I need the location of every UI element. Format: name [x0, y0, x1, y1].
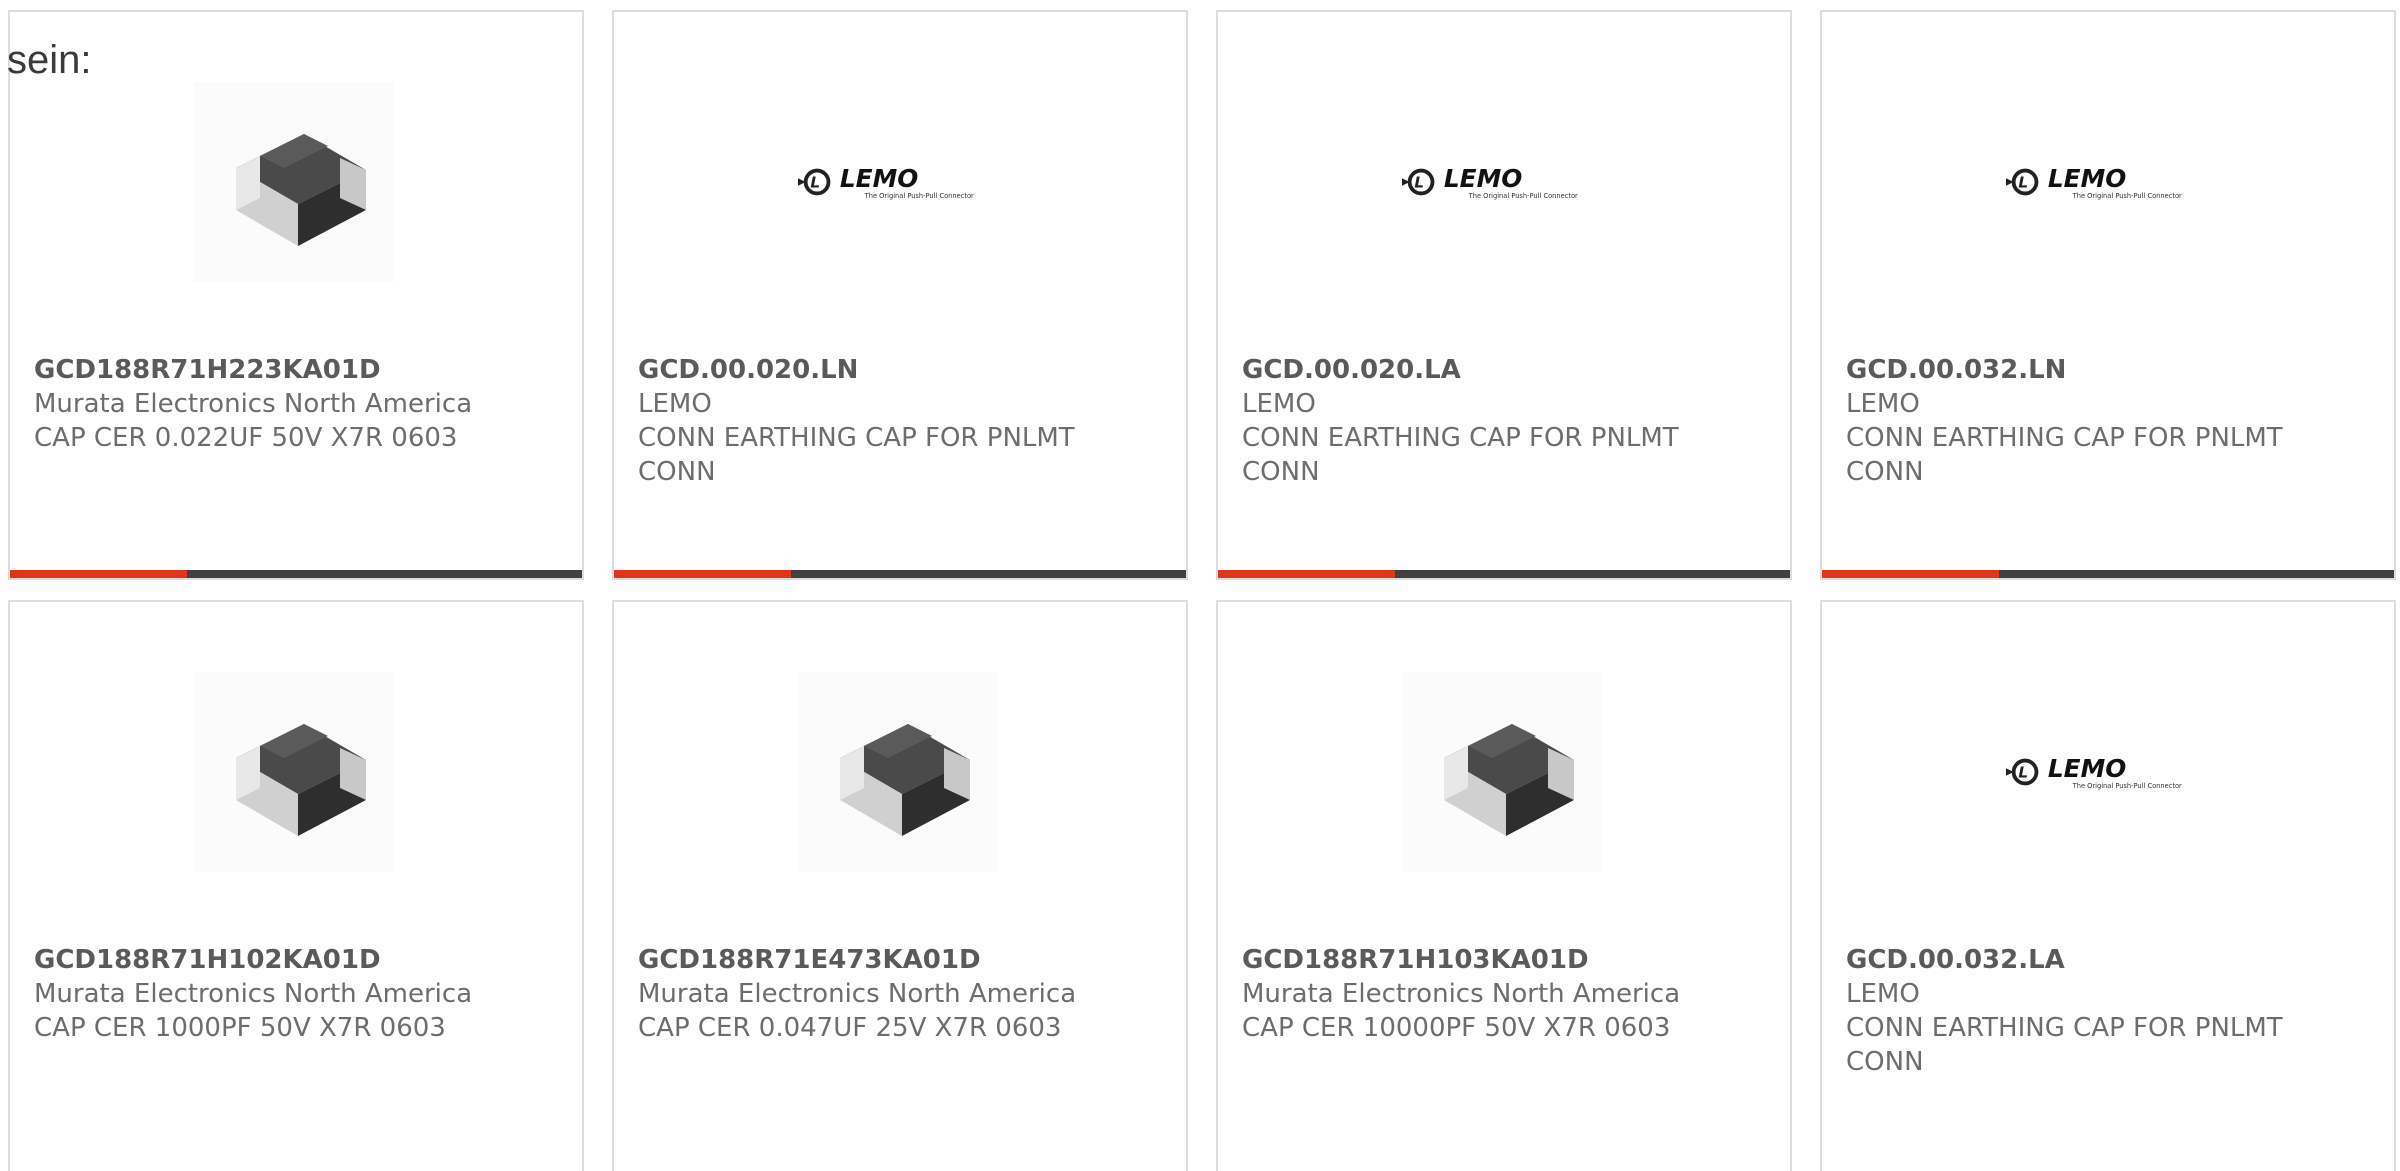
description: CAP CER 0.047UF 25V X7R 0603 — [638, 1013, 1062, 1043]
progress-bar — [614, 570, 1186, 578]
chip-capacitor-icon — [798, 672, 998, 872]
lemo-wordmark: LEMO — [840, 164, 918, 193]
svg-text:L: L — [2018, 764, 2028, 782]
lemo-logo: L LEMO The Original Push-Pull Connector — [2006, 747, 2206, 797]
lemo-logo-icon: L LEMO The Original Push-Pull Connector — [798, 164, 974, 200]
lemo-wordmark: LEMO — [1444, 164, 1522, 193]
part-number[interactable]: GCD.00.032.LN — [1846, 353, 2370, 387]
intro-text: sein: — [7, 38, 92, 82]
product-info: GCD.00.032.LA LEMO CONN EARTHING CAP FOR… — [1846, 943, 2370, 1079]
manufacturer: LEMO — [1846, 979, 1920, 1009]
product-card[interactable]: GCD188R71H102KA01D Murata Electronics No… — [8, 600, 584, 1171]
lemo-tagline: The Original Push-Pull Connector — [2072, 192, 2182, 200]
part-number[interactable]: GCD188R71E473KA01D — [638, 943, 1162, 977]
description: CAP CER 1000PF 50V X7R 0603 — [34, 1013, 446, 1043]
product-image[interactable] — [194, 672, 394, 872]
part-number[interactable]: GCD188R71H223KA01D — [34, 353, 558, 387]
manufacturer: Murata Electronics North America — [34, 389, 473, 419]
product-info: GCD188R71E473KA01D Murata Electronics No… — [638, 943, 1162, 1045]
progress-fill — [1218, 570, 1396, 578]
part-number[interactable]: GCD.00.020.LN — [638, 353, 1162, 387]
product-info: GCD188R71H102KA01D Murata Electronics No… — [34, 943, 558, 1045]
progress-fill — [614, 570, 792, 578]
product-image[interactable]: L LEMO The Original Push-Pull Connector — [1402, 82, 1602, 282]
product-card[interactable]: L LEMO The Original Push-Pull Connector … — [1216, 10, 1792, 580]
part-number[interactable]: GCD188R71H102KA01D — [34, 943, 558, 977]
product-info: GCD.00.032.LN LEMO CONN EARTHING CAP FOR… — [1846, 353, 2370, 489]
product-card[interactable]: L LEMO The Original Push-Pull Connector … — [612, 10, 1188, 580]
lemo-logo: L LEMO The Original Push-Pull Connector — [2006, 157, 2206, 207]
product-image[interactable] — [1402, 672, 1602, 872]
progress-bar — [1822, 570, 2394, 578]
manufacturer: LEMO — [638, 389, 712, 419]
svg-text:L: L — [810, 174, 820, 192]
progress-bar — [10, 570, 582, 578]
description: CONN EARTHING CAP FOR PNLMT CONN — [1846, 423, 2283, 487]
description: CAP CER 10000PF 50V X7R 0603 — [1242, 1013, 1671, 1043]
part-number[interactable]: GCD.00.020.LA — [1242, 353, 1766, 387]
lemo-wordmark: LEMO — [2048, 754, 2126, 783]
product-info: GCD.00.020.LA LEMO CONN EARTHING CAP FOR… — [1242, 353, 1766, 489]
lemo-tagline: The Original Push-Pull Connector — [1468, 192, 1578, 200]
description: CONN EARTHING CAP FOR PNLMT CONN — [1846, 1013, 2283, 1077]
progress-fill — [1822, 570, 2000, 578]
product-image[interactable]: L LEMO The Original Push-Pull Connector — [798, 82, 998, 282]
svg-text:L: L — [2018, 174, 2028, 192]
manufacturer: Murata Electronics North America — [1242, 979, 1681, 1009]
product-info: GCD188R71H223KA01D Murata Electronics No… — [34, 353, 558, 455]
manufacturer: Murata Electronics North America — [34, 979, 473, 1009]
product-image[interactable]: L LEMO The Original Push-Pull Connector — [2006, 82, 2206, 282]
chip-capacitor-icon — [194, 672, 394, 872]
chip-capacitor-icon — [194, 82, 394, 282]
chip-capacitor-icon — [1402, 672, 1602, 872]
product-card[interactable]: GCD188R71E473KA01D Murata Electronics No… — [612, 600, 1188, 1171]
svg-text:L: L — [1414, 174, 1424, 192]
manufacturer: LEMO — [1242, 389, 1316, 419]
lemo-wordmark: LEMO — [2048, 164, 2126, 193]
product-card[interactable]: L LEMO The Original Push-Pull Connector … — [1820, 600, 2396, 1171]
manufacturer: Murata Electronics North America — [638, 979, 1077, 1009]
progress-fill — [10, 570, 188, 578]
description: CONN EARTHING CAP FOR PNLMT CONN — [1242, 423, 1679, 487]
lemo-tagline: The Original Push-Pull Connector — [864, 192, 974, 200]
part-number[interactable]: GCD188R71H103KA01D — [1242, 943, 1766, 977]
product-image[interactable] — [798, 672, 998, 872]
product-image[interactable] — [194, 82, 394, 282]
part-number[interactable]: GCD.00.032.LA — [1846, 943, 2370, 977]
lemo-logo: L LEMO The Original Push-Pull Connector — [1402, 157, 1602, 207]
product-info: GCD.00.020.LN LEMO CONN EARTHING CAP FOR… — [638, 353, 1162, 489]
description: CAP CER 0.022UF 50V X7R 0603 — [34, 423, 458, 453]
product-image[interactable]: L LEMO The Original Push-Pull Connector — [2006, 672, 2206, 872]
description: CONN EARTHING CAP FOR PNLMT CONN — [638, 423, 1075, 487]
product-card[interactable]: GCD188R71H223KA01D Murata Electronics No… — [8, 10, 584, 580]
lemo-tagline: The Original Push-Pull Connector — [2072, 782, 2182, 790]
lemo-logo-icon: L LEMO The Original Push-Pull Connector — [1402, 164, 1578, 200]
product-card[interactable]: L LEMO The Original Push-Pull Connector … — [1820, 10, 2396, 580]
lemo-logo-icon: L LEMO The Original Push-Pull Connector — [2006, 754, 2182, 790]
lemo-logo-icon: L LEMO The Original Push-Pull Connector — [2006, 164, 2182, 200]
manufacturer: LEMO — [1846, 389, 1920, 419]
progress-bar — [1218, 570, 1790, 578]
product-info: GCD188R71H103KA01D Murata Electronics No… — [1242, 943, 1766, 1045]
product-card[interactable]: GCD188R71H103KA01D Murata Electronics No… — [1216, 600, 1792, 1171]
lemo-logo: L LEMO The Original Push-Pull Connector — [798, 157, 998, 207]
